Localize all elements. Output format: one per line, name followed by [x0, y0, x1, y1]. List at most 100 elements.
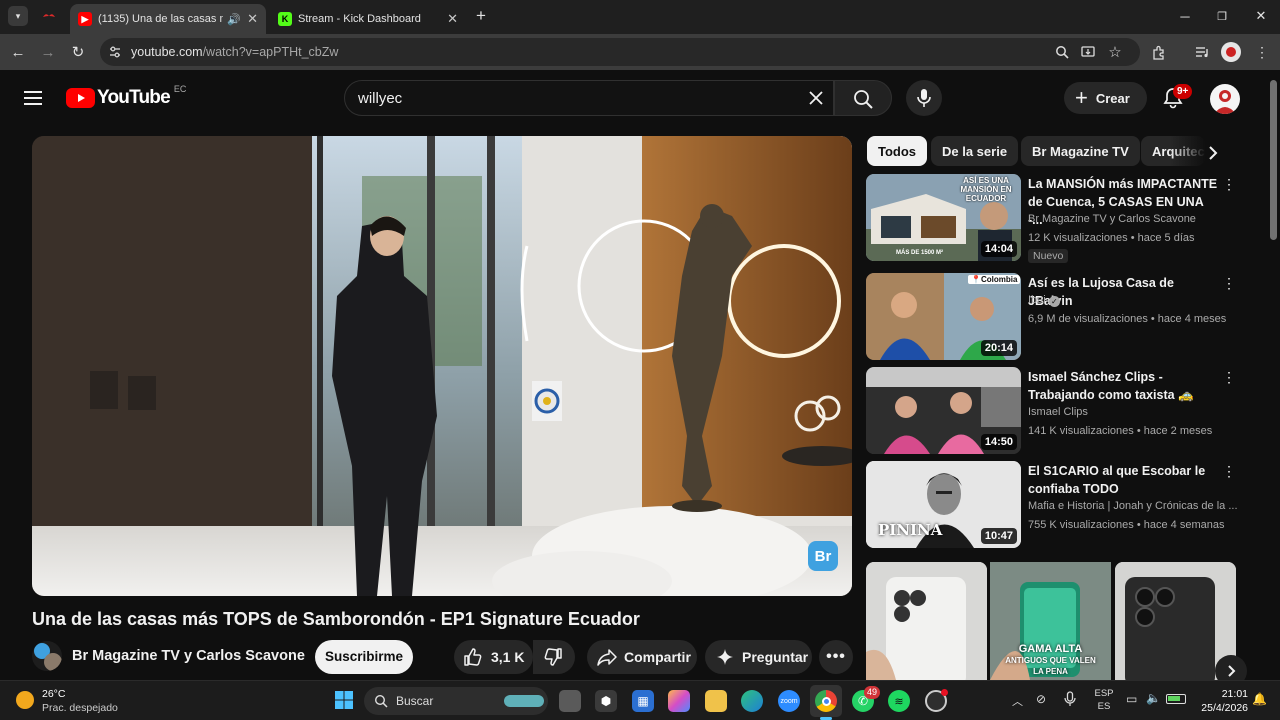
forward-icon[interactable]: →: [38, 42, 58, 62]
like-button[interactable]: 3,1 K: [454, 640, 533, 674]
list-item[interactable]: PININA 10:47 El S1CARIO al que Escobar l…: [866, 461, 1238, 551]
app-cube-icon[interactable]: ⬢: [595, 690, 617, 712]
zoom-icon[interactable]: [1052, 42, 1072, 62]
video-player[interactable]: Br: [32, 136, 852, 596]
weather-condition: Prac. despejado: [42, 702, 118, 714]
create-button[interactable]: + Crear: [1064, 82, 1147, 114]
profile-avatar[interactable]: [1221, 42, 1241, 62]
more-actions-button[interactable]: •••: [819, 640, 853, 674]
channel-name-text: Ibai: [1028, 294, 1046, 306]
copilot-icon[interactable]: [668, 690, 690, 712]
show-hidden-icons-chevron[interactable]: ︿: [1012, 693, 1023, 709]
hamburger-menu-icon[interactable]: [24, 90, 42, 106]
network-icon[interactable]: ▭: [1126, 692, 1137, 706]
tab-youtube[interactable]: ▶ (1135) Una de las casas más 🔊 ✕: [70, 4, 266, 34]
clock[interactable]: 21:01 25/4/2026: [1192, 687, 1248, 715]
reload-icon[interactable]: ↻: [68, 42, 88, 62]
account-avatar[interactable]: [1210, 84, 1240, 114]
shorts-thumbnail[interactable]: [866, 562, 987, 680]
notification-center-icon[interactable]: 🔔: [1252, 692, 1267, 706]
microphone-tray-icon[interactable]: [1064, 691, 1076, 707]
share-button[interactable]: Compartir: [587, 640, 697, 674]
more-vertical-icon[interactable]: ⋮: [1222, 463, 1236, 483]
edge-icon[interactable]: [741, 690, 763, 712]
more-vertical-icon[interactable]: ⋮: [1222, 369, 1236, 389]
new-tab-button[interactable]: +: [472, 7, 490, 25]
profile-tab-icon[interactable]: [42, 10, 56, 22]
taskbar-search-box[interactable]: Buscar: [364, 687, 548, 715]
search-query: willyec: [358, 90, 403, 107]
zoom-app-icon[interactable]: zoom: [778, 690, 800, 712]
speaker-icon[interactable]: 🔊: [227, 13, 241, 26]
more-vertical-icon[interactable]: ⋮: [1222, 275, 1236, 295]
chrome-icon[interactable]: [815, 690, 837, 712]
ask-label: Preguntar: [742, 649, 809, 665]
shorts-thumbnail[interactable]: GAMA ALTA ANTIGUOS QUE VALEN LA PENA: [990, 562, 1111, 680]
channel-name[interactable]: Br Magazine TV y Carlos Scavone: [72, 648, 305, 664]
channel-avatar[interactable]: [32, 641, 62, 671]
site-info-icon[interactable]: [108, 45, 122, 59]
camera-off-icon[interactable]: ⊘: [1036, 692, 1046, 706]
video-thumbnail[interactable]: 📍Colombia 20:14: [866, 273, 1021, 360]
video-title: Una de las casas más TOPS de Samborondón…: [32, 609, 640, 629]
battery-icon[interactable]: [1166, 694, 1186, 704]
thumbnail-headline: ASÍ ES UNA MANSIÓN EN ECUADOR: [960, 176, 1012, 203]
restore-button[interactable]: ❐: [1207, 6, 1237, 26]
thumbnail-subtext: MÁS DE 1500 M²: [896, 250, 944, 256]
channel-name: Ibai ✓: [1028, 294, 1060, 307]
video-thumbnail[interactable]: ASÍ ES UNA MANSIÓN EN ECUADOR MÁS DE 150…: [866, 174, 1021, 261]
video-thumbnail[interactable]: PININA 10:47: [866, 461, 1021, 548]
windows-start-icon[interactable]: [334, 690, 354, 710]
plus-icon: +: [1075, 85, 1088, 110]
media-control-icon[interactable]: [1192, 42, 1212, 62]
install-app-icon[interactable]: [1078, 42, 1098, 62]
extensions-icon[interactable]: [1148, 42, 1168, 62]
subscribe-button[interactable]: Suscribirme: [315, 640, 413, 674]
back-icon[interactable]: ←: [8, 42, 28, 62]
search-highlight-icon: [504, 695, 544, 707]
search-button[interactable]: [834, 80, 892, 116]
channel-name: Mafia e Historia | Jonah y Crónicas de l…: [1028, 500, 1238, 512]
browser-menu-icon[interactable]: ⋮: [1252, 42, 1272, 62]
dislike-button[interactable]: [533, 640, 575, 674]
scrollbar-thumb[interactable]: [1270, 80, 1277, 240]
volume-icon[interactable]: 🔈: [1146, 691, 1161, 705]
youtube-logo-text: YouTube: [97, 87, 171, 108]
more-vertical-icon[interactable]: ⋮: [1222, 176, 1236, 196]
close-tab-icon[interactable]: ✕: [447, 11, 458, 27]
file-explorer-icon[interactable]: [705, 690, 727, 712]
chevron-right-icon[interactable]: [1203, 143, 1223, 163]
browser-tab-strip: ▾ ▶ (1135) Una de las casas más 🔊 ✕ K St…: [0, 0, 1280, 34]
sparkle-icon: [716, 648, 734, 666]
page-scrollbar[interactable]: [1268, 70, 1280, 680]
video-duration: 14:04: [980, 241, 1017, 257]
close-window-button[interactable]: ✕: [1246, 6, 1276, 26]
chip-todos[interactable]: Todos: [867, 136, 928, 166]
tab-search-dropdown[interactable]: ▾: [8, 6, 28, 26]
address-bar[interactable]: youtube.com/watch?v=apPTHt_cbZw: [100, 38, 1140, 66]
youtube-logo[interactable]: YouTube EC: [66, 84, 187, 109]
minimize-button[interactable]: ─: [1170, 6, 1200, 26]
tab-kick[interactable]: K Stream - Kick Dashboard ✕: [270, 4, 466, 34]
notification-badge: 9+: [1173, 84, 1193, 99]
ask-button[interactable]: Preguntar: [705, 640, 812, 674]
bookmark-star-icon[interactable]: ☆: [1105, 42, 1125, 62]
language-indicator[interactable]: ESP ES: [1090, 687, 1118, 713]
spotify-icon[interactable]: ≋: [888, 690, 910, 712]
video-duration: 10:47: [980, 528, 1017, 544]
search-input[interactable]: willyec: [344, 80, 834, 116]
list-item[interactable]: 14:50 Ismael Sánchez Clips - Trabajando …: [866, 367, 1236, 457]
task-view-icon[interactable]: [559, 690, 581, 712]
clear-search-icon[interactable]: [805, 87, 827, 109]
chip-br-magazine-tv[interactable]: Br Magazine TV: [1021, 136, 1140, 166]
country-code: EC: [173, 84, 187, 94]
video-thumbnail[interactable]: 14:50: [866, 367, 1021, 454]
windows-taskbar: 26°C Prac. despejado Buscar ⬢ ▦ zoom ✆ 4…: [0, 680, 1280, 720]
list-item[interactable]: 📍Colombia 20:14 Así es la Lujosa Casa de…: [866, 273, 1236, 363]
weather-widget[interactable]: 26°C Prac. despejado: [14, 687, 154, 715]
voice-search-button[interactable]: [906, 80, 942, 116]
chip-de-la-serie[interactable]: De la serie: [931, 136, 1019, 166]
microsoft-store-icon[interactable]: ▦: [632, 690, 654, 712]
list-item[interactable]: ASÍ ES UNA MANSIÓN EN ECUADOR MÁS DE 150…: [866, 174, 1236, 264]
close-tab-icon[interactable]: ✕: [247, 11, 258, 27]
